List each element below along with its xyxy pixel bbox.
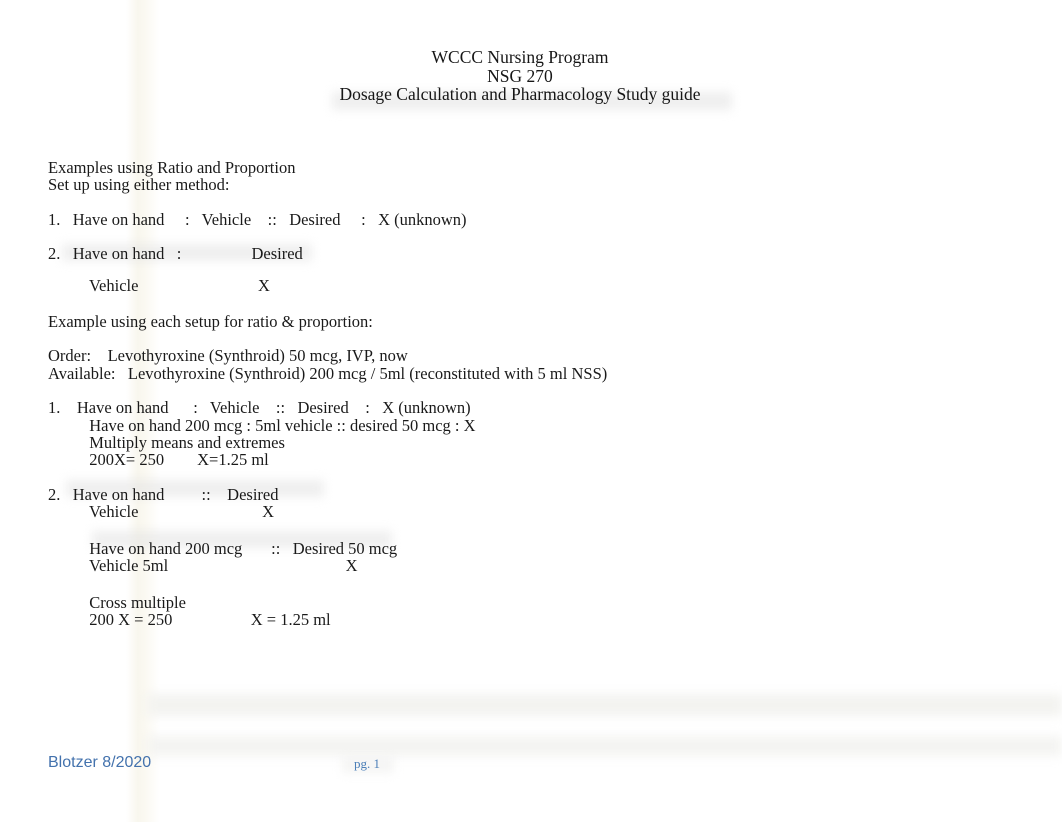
worked-example-1-substitution: Have on hand 200 mcg : 5ml vehicle :: de… [48,415,476,435]
worked-example-2-substitution-numerator: Have on hand 200 mcg :: Desired 50 mcg [48,538,398,558]
method-1-line: 1. Have on hand : Vehicle :: Desired : X… [48,209,467,229]
document-body: Examples using Ratio and Proportion Set … [48,158,1038,629]
worked-example-2-numerator: 2. Have on hand :: Desired [48,484,279,504]
document-footer: Blotzer 8/2020 pg. 1 [48,753,1038,777]
method-2-numerator-line: 2. Have on hand : Desired [48,244,303,264]
document-header: WCCC Nursing Program NSG 270 Dosage Calc… [0,48,1040,104]
worked-example-1-setup: 1. Have on hand : Vehicle :: Desired : X… [48,398,471,418]
intro-heading: Examples using Ratio and Proportion [48,158,296,177]
worked-example-1-instruction: Multiply means and extremes [48,433,285,453]
worked-example-2-substitution-denominator: Vehicle 5ml X [48,556,358,576]
worked-example-2-instruction: Cross multiple [48,592,186,612]
header-institution: WCCC Nursing Program [431,47,609,67]
header-document-title: Dosage Calculation and Pharmacology Stud… [339,84,701,105]
intro-subheading: Set up using either method: [48,175,230,195]
worked-example-1-solution: 200X= 250 X=1.25 ml [48,450,269,470]
example-intro-line: Example using each setup for ratio & pro… [48,312,373,332]
worked-example-2-solution: 200 X = 250 X = 1.25 ml [48,609,331,629]
header-course-code: NSG 270 [487,65,553,86]
footer-page-number: pg. 1 [354,756,380,771]
document-page: WCCC Nursing Program NSG 270 Dosage Calc… [0,0,1062,822]
available-line: Available: Levothyroxine (Synthroid) 200… [48,363,608,383]
order-line: Order: Levothyroxine (Synthroid) 50 mcg,… [48,346,408,366]
worked-example-2-denominator: Vehicle X [48,502,275,522]
method-2-denominator-line: Vehicle X [48,275,270,295]
footer-author-date: Blotzer 8/2020 [48,754,152,771]
